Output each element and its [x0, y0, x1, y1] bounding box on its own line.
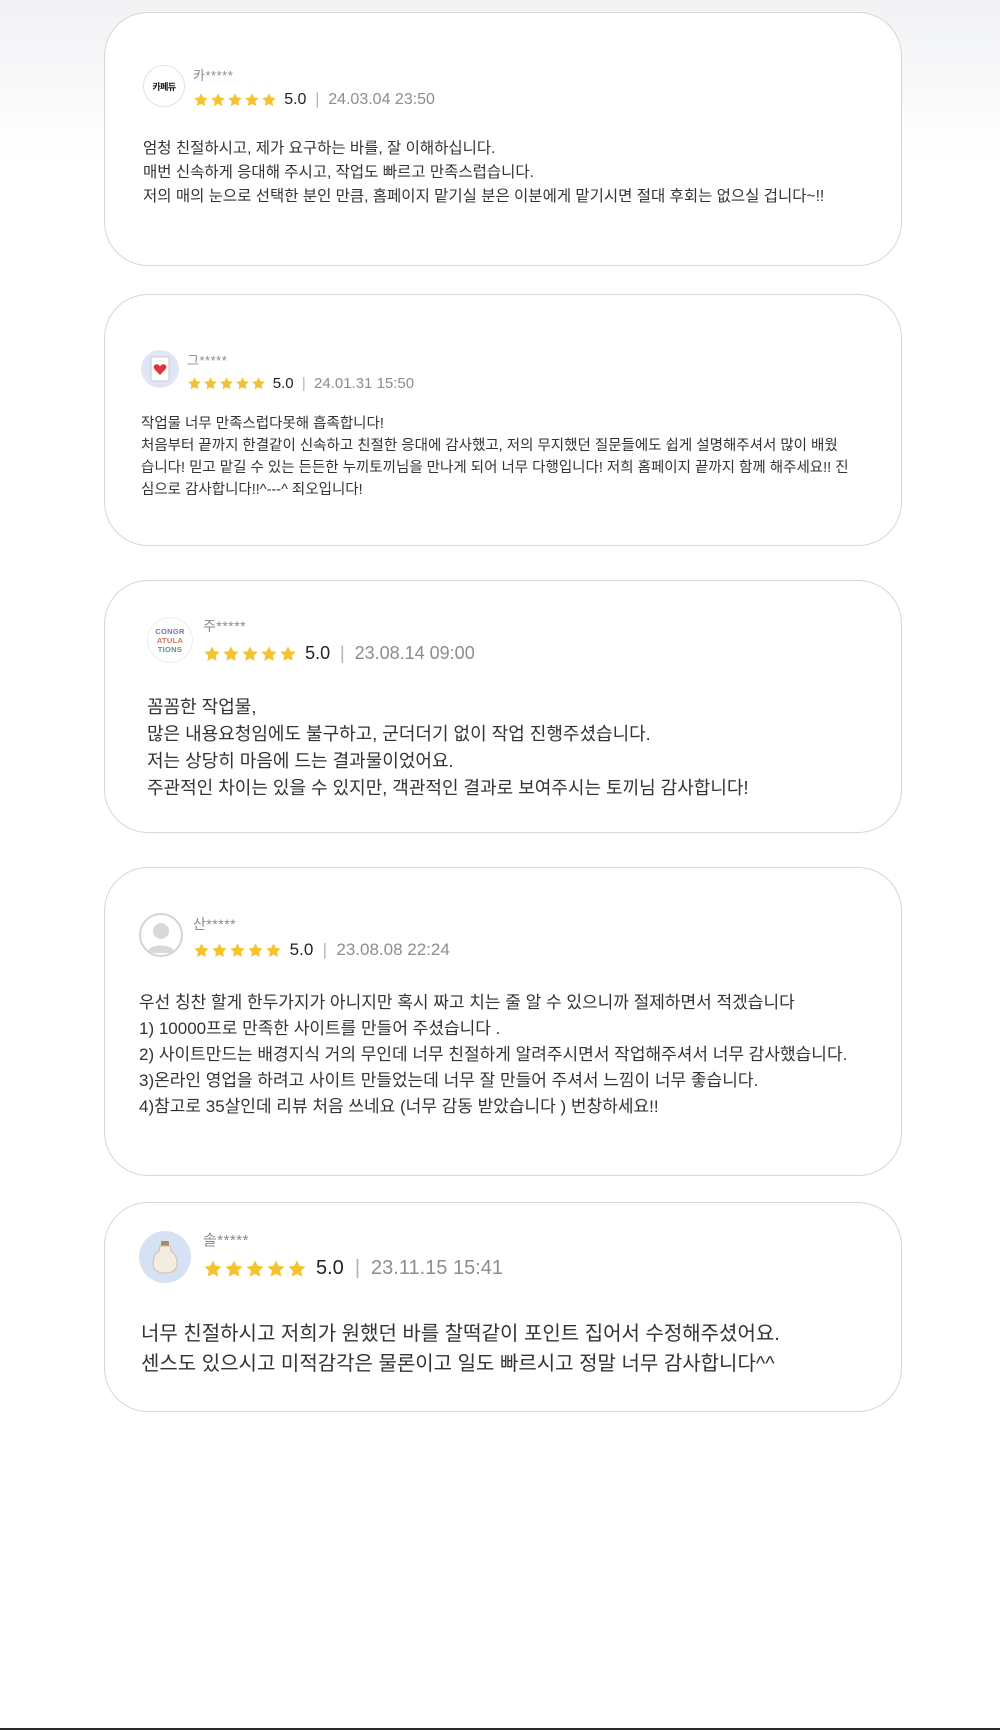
star-icon [287, 1259, 307, 1279]
avatar: 카페듀 [143, 65, 185, 107]
review-line: 우선 칭찬 할게 한두가지가 아니지만 혹시 짜고 치는 줄 알 수 있으니까 … [139, 993, 795, 1012]
jar-icon [152, 1241, 178, 1274]
star-icon [245, 1259, 265, 1279]
star-icon [260, 645, 278, 663]
review-line: 저의 매의 눈으로 선택한 분인 만큼, 홈페이지 맡기실 분은 이분에게 맡기… [143, 188, 825, 205]
review-line: 작업물 너무 만족스럽다못해 흡족합니다! [141, 416, 384, 432]
star-icon [235, 376, 250, 391]
meta-separator: | [354, 1257, 361, 1279]
rating-stars [193, 942, 282, 959]
star-icon [222, 645, 240, 663]
rating-score: 5.0 [272, 375, 294, 392]
default-user-icon [147, 923, 175, 953]
review-line: 습니다! 믿고 맡길 수 있는 든든한 누끼토끼님을 만나게 되어 너무 다행입… [141, 460, 849, 476]
rating-row: 5.0 | 23.08.14 09:00 [203, 643, 475, 664]
star-icon [229, 942, 246, 959]
rating-score: 5.0 [284, 91, 307, 108]
cafe-logo-icon: 카페듀 [152, 81, 176, 92]
review-date: 23.08.08 22:24 [336, 940, 450, 959]
star-icon [193, 942, 210, 959]
meta-separator: | [301, 375, 306, 392]
review-line: 심으로 감사합니다!!^---^ 죄오입니다! [141, 482, 363, 498]
review-line: 주관적인 차이는 있을 수 있지만, 객관적인 결과로 보여주시는 토끼님 감사… [147, 778, 749, 798]
meta-separator: | [340, 643, 345, 663]
rating-row: 5.0 | 24.01.31 15:50 [187, 375, 414, 392]
rating-row: 5.0 | 23.11.15 15:41 [203, 1257, 503, 1280]
review-line: 1) 10000프로 만족한 사이트를 만들어 주셨습니다 . [139, 1019, 501, 1038]
reviewer-name: 주***** [203, 618, 247, 634]
avatar [141, 350, 179, 388]
rating-stars [187, 376, 266, 391]
star-icon [266, 1259, 286, 1279]
reviewer-name: 그***** [187, 353, 228, 368]
star-icon [279, 645, 297, 663]
review-line: 2) 사이트만드는 배경지식 거의 무인데 너무 친절하게 알려주시면서 작업해… [139, 1045, 848, 1064]
rating-stars [193, 92, 277, 108]
avatar [139, 913, 183, 957]
rating-row: 5.0 | 24.03.04 23:50 [193, 91, 435, 109]
review-text: 우선 칭찬 할게 한두가지가 아니지만 혹시 짜고 치는 줄 알 수 있으니까 … [139, 990, 847, 1120]
rating-row: 5.0 | 23.08.08 22:24 [193, 940, 450, 960]
review-line: 저는 상당히 마음에 드는 결과물이었어요. [147, 751, 454, 771]
star-icon [193, 92, 209, 108]
star-icon [203, 1259, 223, 1279]
review-date: 23.11.15 15:41 [371, 1257, 503, 1279]
reviewer-name: 카***** [193, 68, 234, 83]
review-card: 카페듀 카***** 5.0 | 24.03.04 23:50 엄청 친절하시고… [104, 12, 902, 266]
review-card: CONGR ATULA TIONS 주***** 5.0 | 23.08.14 … [104, 580, 902, 833]
rating-score: 5.0 [305, 643, 331, 663]
congratulations-icon: CONGR ATULA TIONS [155, 626, 185, 654]
review-date: 24.03.04 23:50 [328, 91, 435, 108]
avatar [139, 1231, 191, 1283]
meta-separator: | [315, 91, 320, 108]
meta-separator: | [322, 940, 328, 959]
rating-stars [203, 645, 297, 663]
star-icon [203, 376, 218, 391]
review-line: 많은 내용요청임에도 불구하고, 군더더기 없이 작업 진행주셨습니다. [147, 724, 651, 744]
review-text: 작업물 너무 만족스럽다못해 흡족합니다! 처음부터 끝까지 한결같이 신속하고… [141, 413, 849, 501]
reviewer-name: 솔***** [203, 1232, 249, 1249]
star-icon [261, 92, 277, 108]
review-date: 24.01.31 15:50 [314, 375, 415, 392]
review-card: 산***** 5.0 | 23.08.08 22:24 우선 칭찬 할게 한두가… [104, 867, 902, 1176]
review-text: 꼼꼼한 작업물, 많은 내용요청임에도 불구하고, 군더더기 없이 작업 진행주… [147, 694, 749, 802]
star-icon [210, 92, 226, 108]
star-icon [247, 942, 264, 959]
star-icon [187, 376, 202, 391]
review-card: 솔***** 5.0 | 23.11.15 15:41 너무 친절하시고 저희가… [104, 1202, 902, 1412]
avatar: CONGR ATULA TIONS [147, 617, 193, 663]
star-icon [203, 645, 221, 663]
review-line: 처음부터 끝까지 한결같이 신속하고 친절한 응대에 감사했고, 저의 무지했던… [141, 438, 838, 454]
star-icon [251, 376, 266, 391]
review-line: 4)참고로 35살인데 리뷰 처음 쓰네요 (너무 감동 받았습니다 ) 번창하… [139, 1097, 659, 1116]
star-icon [244, 92, 260, 108]
star-icon [227, 92, 243, 108]
review-line: 꼼꼼한 작업물, [147, 697, 257, 717]
review-card: 그***** 5.0 | 24.01.31 15:50 작업물 너무 만족스럽다… [104, 294, 902, 546]
review-line: 센스도 있으시고 미적감각은 물론이고 일도 빠르시고 정말 너무 감사합니다^… [141, 1353, 775, 1375]
review-line: 매번 신속하게 응대해 주시고, 작업도 빠르고 만족스럽습니다. [143, 164, 534, 181]
review-line: 3)온라인 영업을 하려고 사이트 만들었는데 너무 잘 만들어 주셔서 느낌이… [139, 1071, 759, 1090]
review-date: 23.08.14 09:00 [354, 643, 475, 663]
review-text: 너무 친절하시고 저희가 원했던 바를 찰떡같이 포인트 집어서 수정해주셨어요… [141, 1319, 780, 1379]
rating-score: 5.0 [316, 1257, 344, 1279]
review-text: 엄청 친절하시고, 제가 요구하는 바를, 잘 이해하십니다. 매번 신속하게 … [143, 137, 824, 209]
star-icon [265, 942, 282, 959]
star-icon [219, 376, 234, 391]
star-icon [211, 942, 228, 959]
heart-card-icon [150, 356, 170, 382]
reviewer-name: 산***** [193, 916, 237, 932]
star-icon [224, 1259, 244, 1279]
rating-score: 5.0 [289, 940, 314, 959]
star-icon [241, 645, 259, 663]
review-line: 너무 친절하시고 저희가 원했던 바를 찰떡같이 포인트 집어서 수정해주셨어요… [141, 1323, 780, 1345]
review-line: 엄청 친절하시고, 제가 요구하는 바를, 잘 이해하십니다. [143, 140, 496, 157]
rating-stars [203, 1259, 307, 1279]
